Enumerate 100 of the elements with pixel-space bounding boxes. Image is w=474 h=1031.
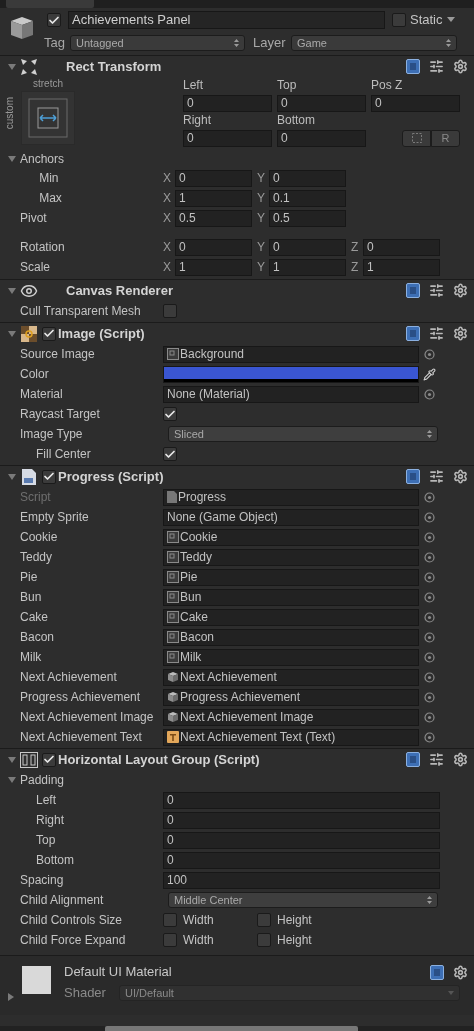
object-picker-icon[interactable] — [424, 591, 435, 603]
number-field[interactable]: 0 — [163, 851, 440, 869]
number-field[interactable]: 0 — [363, 238, 440, 256]
object-picker-icon[interactable] — [424, 631, 435, 643]
foldout-arrow-icon[interactable] — [8, 286, 16, 295]
object-field[interactable]: None (Game Object) — [163, 508, 419, 526]
foldout-arrow-icon[interactable] — [8, 62, 16, 71]
help-book-icon[interactable] — [406, 469, 420, 484]
object-picker-icon[interactable] — [424, 731, 435, 743]
checkbox[interactable] — [163, 304, 177, 318]
object-picker-icon[interactable] — [424, 531, 435, 543]
anchor-preset-button[interactable] — [21, 91, 75, 145]
blueprint-mode-button[interactable] — [402, 129, 431, 147]
help-book-icon[interactable] — [406, 283, 420, 298]
number-field[interactable]: 0 — [163, 811, 440, 829]
object-field[interactable]: None (Material) — [163, 385, 419, 403]
caret-icon[interactable] — [446, 17, 455, 23]
sprite-icon — [167, 651, 179, 663]
settings-icon[interactable] — [453, 326, 468, 341]
foldout-arrow-icon[interactable] — [8, 329, 16, 338]
checkbox[interactable] — [392, 13, 406, 27]
object-field[interactable]: Progress Achievement — [163, 688, 419, 706]
number-field[interactable]: 1 — [175, 258, 252, 276]
checkbox[interactable] — [42, 469, 56, 484]
number-field[interactable]: 0 — [163, 791, 440, 809]
foldout-arrow-icon[interactable] — [8, 755, 16, 764]
checkbox[interactable] — [163, 447, 177, 461]
object-field[interactable]: Milk — [163, 648, 419, 666]
eyedropper-icon[interactable] — [423, 367, 436, 381]
object-picker-icon[interactable] — [424, 551, 435, 563]
settings-icon[interactable] — [453, 469, 468, 484]
presets-icon[interactable] — [429, 752, 444, 767]
checkbox[interactable] — [42, 326, 56, 341]
color-field[interactable] — [164, 366, 418, 379]
checkbox[interactable] — [163, 933, 177, 947]
number-field[interactable]: 0.1 — [269, 189, 346, 207]
number-field[interactable]: 0 — [163, 831, 440, 849]
dropdown[interactable]: Middle Center — [168, 892, 438, 908]
help-book-icon[interactable] — [406, 59, 420, 74]
object-picker-icon[interactable] — [424, 511, 435, 523]
dropdown[interactable]: Sliced — [168, 426, 438, 442]
number-field[interactable]: 0 — [277, 129, 366, 147]
number-field[interactable]: 0 — [269, 238, 346, 256]
object-field[interactable]: Teddy — [163, 548, 419, 566]
number-field[interactable]: 1 — [269, 258, 346, 276]
number-field[interactable]: 0 — [269, 169, 346, 187]
number-field[interactable]: 0.5 — [269, 209, 346, 227]
scrollbar-thumb[interactable] — [105, 1026, 358, 1031]
presets-icon[interactable] — [429, 283, 444, 298]
object-picker-icon[interactable] — [424, 611, 435, 623]
object-field[interactable]: Next Achievement — [163, 668, 419, 686]
number-field[interactable]: 0.5 — [175, 209, 252, 227]
object-picker-icon[interactable] — [424, 691, 435, 703]
number-field[interactable]: 0 — [183, 94, 272, 112]
checkbox[interactable] — [257, 913, 271, 927]
foldout-arrow-icon[interactable] — [7, 993, 15, 1001]
object-picker-icon[interactable] — [424, 651, 435, 663]
object-field[interactable]: Cookie — [163, 528, 419, 546]
foldout-arrow-icon[interactable] — [8, 776, 16, 784]
object-picker-icon[interactable] — [424, 348, 435, 360]
number-field[interactable]: 0 — [175, 169, 252, 187]
checkbox[interactable] — [163, 407, 177, 421]
number-field[interactable]: 1 — [363, 258, 440, 276]
checkbox[interactable] — [257, 933, 271, 947]
object-field[interactable]: Bacon — [163, 628, 419, 646]
checkbox[interactable] — [163, 913, 177, 927]
object-field[interactable]: Cake — [163, 608, 419, 626]
object-picker-icon[interactable] — [424, 711, 435, 723]
name-field[interactable]: Achievements Panel — [68, 11, 385, 29]
settings-icon[interactable] — [453, 752, 468, 767]
object-picker-icon[interactable] — [424, 491, 435, 503]
number-field[interactable]: 1 — [175, 189, 252, 207]
number-field[interactable]: 0 — [371, 94, 460, 112]
number-field[interactable]: 0 — [175, 238, 252, 256]
settings-icon[interactable] — [453, 283, 468, 298]
object-field[interactable]: Background — [163, 345, 419, 363]
settings-icon[interactable] — [453, 59, 468, 74]
object-field[interactable]: Next Achievement Image — [163, 708, 419, 726]
checkbox[interactable] — [42, 752, 56, 767]
object-picker-icon[interactable] — [424, 571, 435, 583]
checkbox[interactable] — [47, 13, 61, 27]
help-book-icon[interactable] — [406, 752, 420, 767]
object-field[interactable]: Next Achievement Text (Text) — [163, 728, 419, 746]
object-field[interactable]: Pie — [163, 568, 419, 586]
presets-icon[interactable] — [429, 59, 444, 74]
number-field[interactable]: 0 — [183, 129, 272, 147]
settings-icon[interactable] — [453, 964, 468, 980]
foldout-arrow-icon[interactable] — [8, 472, 16, 481]
object-picker-icon[interactable] — [424, 388, 435, 400]
number-field[interactable]: 0 — [277, 94, 366, 112]
presets-icon[interactable] — [429, 469, 444, 484]
object-picker-icon[interactable] — [424, 671, 435, 683]
object-field[interactable]: Bun — [163, 588, 419, 606]
layer-dropdown[interactable]: Game — [291, 35, 457, 51]
tag-dropdown[interactable]: Untagged — [70, 35, 245, 51]
foldout-arrow-icon[interactable] — [8, 154, 16, 163]
number-field[interactable]: 100 — [163, 871, 440, 889]
presets-icon[interactable] — [429, 326, 444, 341]
help-book-icon[interactable] — [406, 326, 420, 341]
help-book-icon[interactable] — [430, 964, 444, 980]
